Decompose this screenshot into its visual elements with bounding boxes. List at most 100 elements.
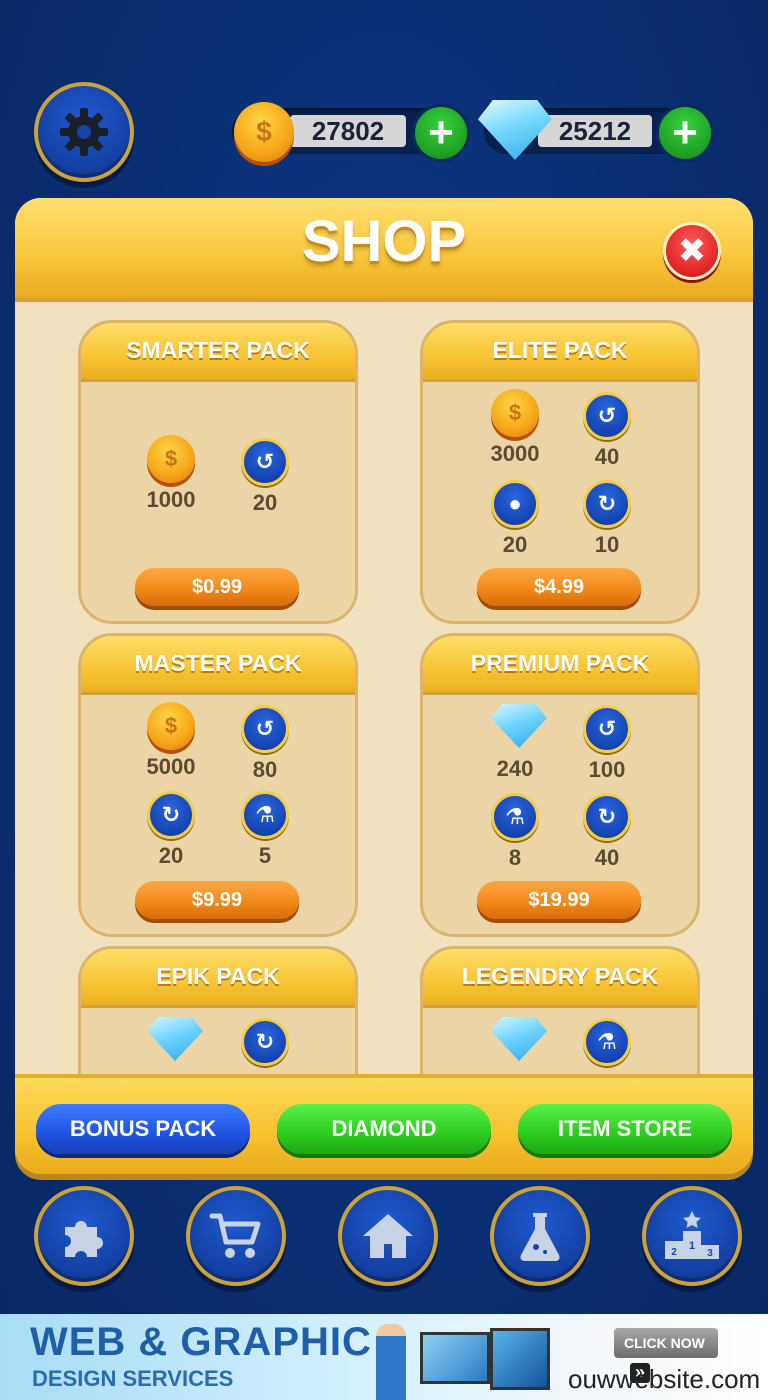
pack-item: ↺ 20 xyxy=(225,435,305,516)
pack-header: LEGENDRY PACK xyxy=(423,949,697,1008)
pack-header: MASTER PACK xyxy=(81,636,355,695)
item-quantity: 1000 xyxy=(146,487,196,512)
item-quantity: 80 xyxy=(252,757,278,782)
pack-card-premium[interactable]: PREMIUM PACK 240 ↺ 100 ⚗ 8 ↻ 40 $19.99 xyxy=(420,633,700,937)
buy-button[interactable]: $0.99 xyxy=(135,568,299,606)
item-quantity: 40 xyxy=(594,845,620,870)
svg-text:3: 3 xyxy=(707,1248,713,1259)
ad-site: ouwwebsite.com xyxy=(568,1364,761,1394)
item-quantity: 240 xyxy=(496,756,534,781)
ad-banner[interactable]: WEB & GRAPHIC DESIGN SERVICES CLICK NOW … xyxy=(0,1314,768,1400)
pack-card-smarter[interactable]: SMARTER PACK $ 1000 ↺ 20 $0.99 xyxy=(78,320,358,624)
add-diamonds-button[interactable]: + xyxy=(656,104,714,162)
svg-text:2: 2 xyxy=(671,1247,677,1258)
nav-puzzle-button[interactable] xyxy=(34,1186,134,1286)
pack-item: ↺ 100 xyxy=(567,702,647,783)
undo-icon: ↺ xyxy=(241,705,289,753)
home-icon xyxy=(363,1214,413,1258)
item-quantity: 5 xyxy=(258,843,272,868)
coin-icon: $ xyxy=(147,702,195,750)
pack-item: ↻ xyxy=(225,1015,305,1066)
shop-header: SHOP ✖ xyxy=(15,198,753,302)
pack-title: MASTER PACK xyxy=(134,650,302,676)
undo-icon: ↺ xyxy=(583,392,631,440)
buy-button[interactable]: $19.99 xyxy=(477,881,641,919)
shop-panel: SHOP ✖ SMARTER PACK $ 1000 ↺ 20 $0.99 EL… xyxy=(15,198,753,1174)
pack-card-master[interactable]: MASTER PACK $ 5000 ↺ 80 ↻ 20 ⚗ 5 $9.99 xyxy=(78,633,358,937)
refresh-icon: ↻ xyxy=(241,1018,289,1066)
pack-item: $ 1000 xyxy=(131,435,211,513)
item-quantity: 5000 xyxy=(146,754,196,779)
flask-icon: ⚗ xyxy=(491,793,539,841)
pack-header: SMARTER PACK xyxy=(81,323,355,382)
diamond-icon xyxy=(491,1017,547,1061)
ad-cta-label: CLICK NOW xyxy=(624,1335,705,1351)
nav-home-button[interactable] xyxy=(338,1186,438,1286)
leaderboard-icon: 1 2 3 xyxy=(665,1211,719,1259)
add-coins-button[interactable]: + xyxy=(412,104,470,162)
close-button[interactable]: ✖ xyxy=(663,222,721,280)
shop-tab-strip: BONUS PACK DIAMOND ITEM STORE xyxy=(15,1074,753,1174)
flask-icon: ⚗ xyxy=(583,1018,631,1066)
item-quantity: 100 xyxy=(588,757,626,782)
pack-item: ⚗ 5 xyxy=(225,788,305,869)
coin-icon: $ xyxy=(234,102,294,162)
ad-subline: DESIGN SERVICES xyxy=(32,1366,234,1391)
refresh-icon: ↻ xyxy=(583,480,631,528)
nav-shop-button[interactable] xyxy=(186,1186,286,1286)
item-quantity: 10 xyxy=(594,532,620,557)
ad-monitor-graphic xyxy=(420,1332,490,1384)
gear-icon xyxy=(60,108,108,156)
tab-item-store[interactable]: ITEM STORE xyxy=(518,1104,732,1154)
pack-item: ⚗ 8 xyxy=(475,790,555,871)
pack-item: ↻ 20 xyxy=(131,788,211,869)
pack-item: ↻ 40 xyxy=(567,790,647,871)
flask-icon: ⚗ xyxy=(241,791,289,839)
refresh-icon: ↻ xyxy=(147,791,195,839)
pack-item: ● 20 xyxy=(475,477,555,558)
pack-item: 240 xyxy=(475,702,555,782)
pack-item: ⚗ xyxy=(567,1015,647,1066)
settings-button[interactable] xyxy=(34,82,134,182)
nav-lab-button[interactable] xyxy=(490,1186,590,1286)
pack-item: ↺ 80 xyxy=(225,702,305,783)
item-quantity: 3000 xyxy=(490,441,540,466)
hint-bulb-icon: ● xyxy=(491,480,539,528)
item-quantity: 20 xyxy=(502,532,528,557)
pack-item: ↺ 40 xyxy=(567,389,647,470)
coin-icon: $ xyxy=(491,389,539,437)
pack-title: EPIK PACK xyxy=(156,963,280,989)
puzzle-icon xyxy=(65,1221,103,1257)
pack-header: PREMIUM PACK xyxy=(423,636,697,695)
buy-button[interactable]: $9.99 xyxy=(135,881,299,919)
shop-title: SHOP xyxy=(301,209,467,274)
buy-button[interactable]: $4.99 xyxy=(477,568,641,606)
pack-item: $ 5000 xyxy=(131,702,211,780)
refresh-icon: ↻ xyxy=(583,793,631,841)
pack-header: ELITE PACK xyxy=(423,323,697,382)
pack-title: ELITE PACK xyxy=(492,337,628,363)
undo-icon: ↺ xyxy=(583,705,631,753)
pack-title: LEGENDRY PACK xyxy=(461,963,659,989)
coin-count: 27802 xyxy=(290,115,406,147)
pack-title: PREMIUM PACK xyxy=(470,650,650,676)
pack-title: SMARTER PACK xyxy=(126,337,310,363)
plus-icon: + xyxy=(428,108,454,157)
flask-icon xyxy=(520,1213,560,1261)
nav-leaderboard-button[interactable]: 1 2 3 xyxy=(642,1186,742,1286)
ad-presenter-figure xyxy=(376,1324,406,1400)
pack-item: ↻ 10 xyxy=(567,477,647,558)
svg-text:1: 1 xyxy=(689,1240,695,1252)
diamond-icon xyxy=(147,1017,203,1061)
tab-diamond[interactable]: DIAMOND xyxy=(277,1104,491,1154)
plus-icon: + xyxy=(672,108,698,157)
item-quantity: 20 xyxy=(158,843,184,868)
pack-item xyxy=(131,1015,211,1065)
coin-icon: $ xyxy=(147,435,195,483)
tab-bonus-pack[interactable]: BONUS PACK xyxy=(36,1104,250,1154)
ad-cta-button[interactable]: CLICK NOW » xyxy=(614,1328,718,1383)
pack-card-elite[interactable]: ELITE PACK $ 3000 ↺ 40 ● 20 ↻ 10 $4.99 xyxy=(420,320,700,624)
pack-item: $ 3000 xyxy=(475,389,555,467)
item-quantity: 40 xyxy=(594,444,620,469)
diamond-count: 25212 xyxy=(538,115,652,147)
